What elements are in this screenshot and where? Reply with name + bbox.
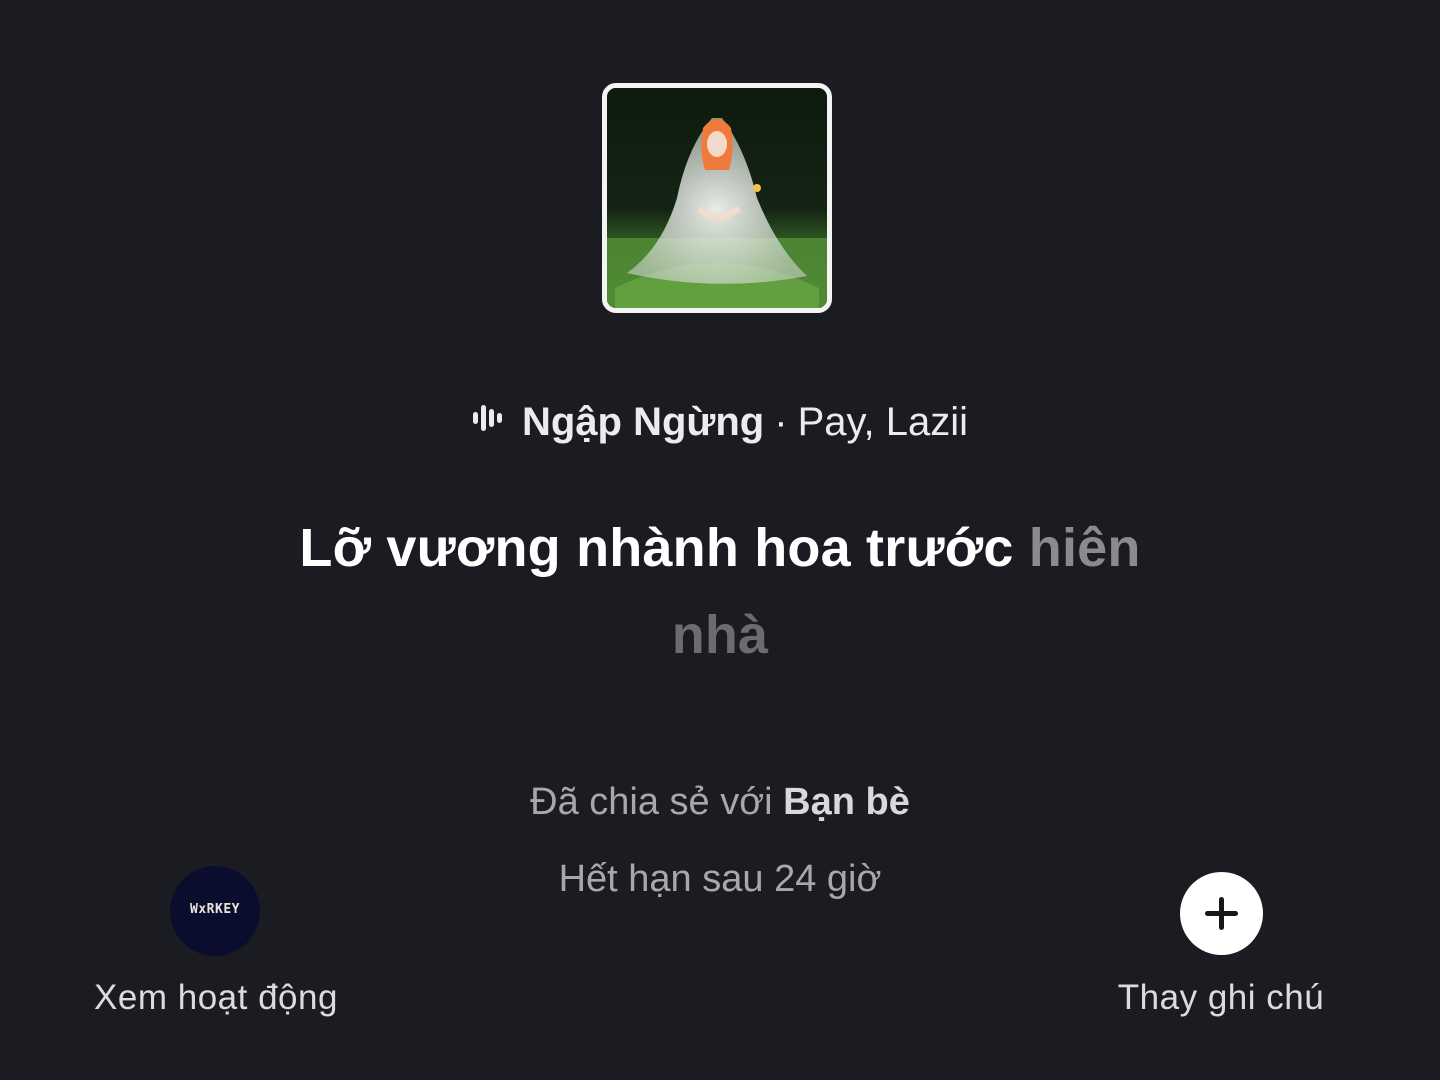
lyric-sung-text: Lỡ vương nhành hoa trước xyxy=(299,518,1014,578)
view-activity-label: Xem hoạt động xyxy=(94,978,338,1017)
shared-prefix: Đã chia sẻ với xyxy=(530,781,773,823)
album-cover-image xyxy=(607,88,827,308)
shared-with-text: Đã chia sẻ với Bạn bè xyxy=(0,778,1440,826)
change-note-button[interactable]: Thay ghi chú xyxy=(1100,872,1342,1032)
lyrics-note: Lỡ vương nhành hoa trước hiên nhà xyxy=(260,505,1180,679)
album-cover[interactable] xyxy=(602,83,832,313)
lyric-unsung-text: hiên xyxy=(1028,518,1141,578)
audience-label[interactable]: Bạn bè xyxy=(783,781,910,823)
change-note-label: Thay ghi chú xyxy=(1117,978,1325,1017)
avatar[interactable]: WxRKEY xyxy=(170,866,260,956)
add-note-button[interactable] xyxy=(1180,872,1263,955)
song-title: Ngập Ngừng xyxy=(521,400,765,444)
audio-bars-icon xyxy=(472,394,504,446)
avatar-logo-text: WxRKEY xyxy=(190,902,240,917)
lyric-unsung-line2: nhà xyxy=(671,605,769,665)
song-artists: Pay, Lazii xyxy=(797,400,969,444)
view-activity-button[interactable]: WxRKEY Xem hoạt động xyxy=(86,866,346,1026)
now-playing-line[interactable]: Ngập Ngừng · Pay, Lazii xyxy=(0,396,1440,450)
note-screen: Ngập Ngừng · Pay, Lazii Lỡ vương nhành hoa… xyxy=(0,0,1440,1080)
plus-icon xyxy=(1205,897,1238,930)
separator-dot: · xyxy=(774,400,788,444)
